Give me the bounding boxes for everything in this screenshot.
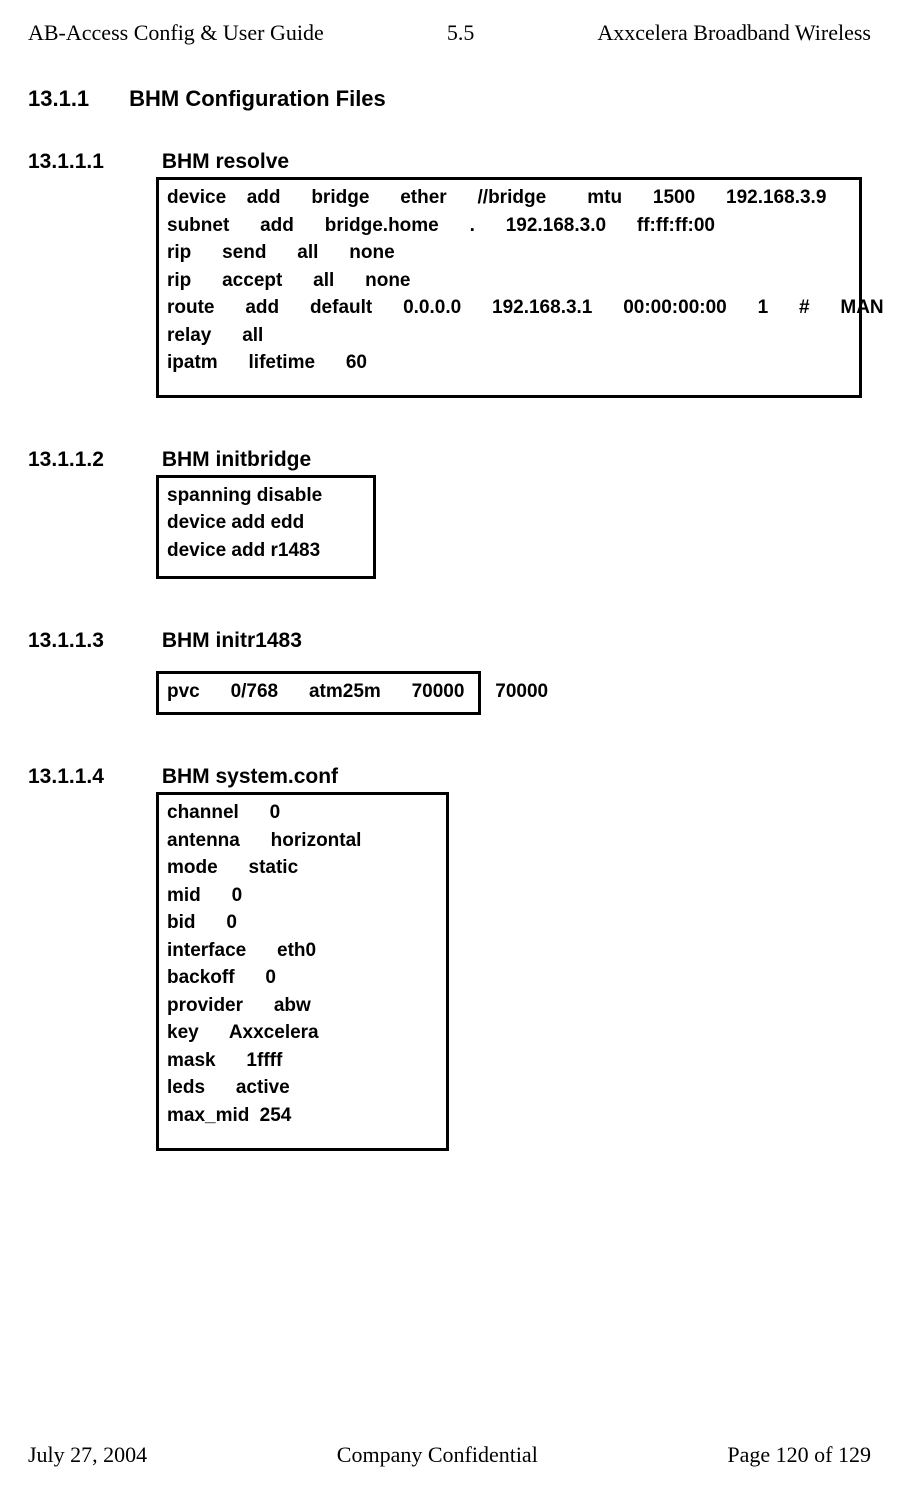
subsection-systemconf: 13.1.1.4 BHM system.conf channel 0 anten… [28,765,871,1151]
page-header: AB-Access Config & User Guide 5.5 Axxcel… [28,20,871,46]
subsection-number: 13.1.1.3 [28,629,156,653]
subsection-initr1483: 13.1.1.3 BHM initr1483 pvc 0/768 atm25m … [28,629,871,715]
subsection-resolve: 13.1.1.1 BHM resolve device add bridge e… [28,150,871,398]
subsection-title: BHM initbridge [162,448,311,471]
section-heading: 13.1.1 BHM Configuration Files [28,86,871,112]
subsection-heading: 13.1.1.2 BHM initbridge [28,448,871,472]
subsection-title: BHM resolve [162,150,289,173]
header-left: AB-Access Config & User Guide [28,20,324,46]
subsection-heading: 13.1.1.3 BHM initr1483 [28,629,871,653]
code-block-initbridge: spanning disable device add edd device a… [156,475,376,580]
page-footer: July 27, 2004 Company Confidential Page … [0,1442,899,1468]
code-block-resolve: device add bridge ether //bridge mtu 150… [156,177,862,398]
footer-confidential: Company Confidential [337,1442,538,1468]
subsection-heading: 13.1.1.1 BHM resolve [28,150,871,174]
header-right: Axxcelera Broadband Wireless [597,20,871,46]
header-center: 5.5 [447,20,475,46]
subsection-title: BHM system.conf [162,765,338,788]
subsection-number: 13.1.1.2 [28,448,156,472]
subsection-number: 13.1.1.1 [28,150,156,174]
section-number: 13.1.1 [28,86,123,112]
footer-page: Page 120 of 129 [727,1442,871,1468]
subsection-title: BHM initr1483 [162,629,302,652]
subsection-initbridge: 13.1.1.2 BHM initbridge spanning disable… [28,448,871,580]
footer-date: July 27, 2004 [28,1442,147,1468]
section-title: BHM Configuration Files [129,86,386,111]
code-block-systemconf: channel 0 antenna horizontal mode static… [156,792,449,1151]
subsection-number: 13.1.1.4 [28,765,156,789]
subsection-heading: 13.1.1.4 BHM system.conf [28,765,871,789]
code-block-initr1483: pvc 0/768 atm25m 70000 70000 [156,671,481,715]
